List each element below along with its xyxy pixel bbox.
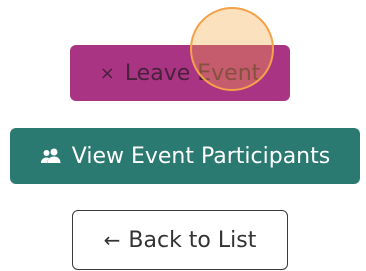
leave-event-button[interactable]: × Leave Event (70, 45, 290, 101)
view-event-participants-button[interactable]: View Event Participants (10, 128, 360, 184)
back-to-list-label: Back to List (128, 227, 257, 253)
leave-event-label: Leave Event (124, 60, 261, 86)
users-icon (40, 148, 62, 164)
back-to-list-button[interactable]: ← Back to List (72, 210, 288, 270)
view-event-participants-label: View Event Participants (71, 143, 331, 169)
close-icon: × (99, 62, 115, 84)
arrow-left-icon: ← (103, 228, 121, 252)
